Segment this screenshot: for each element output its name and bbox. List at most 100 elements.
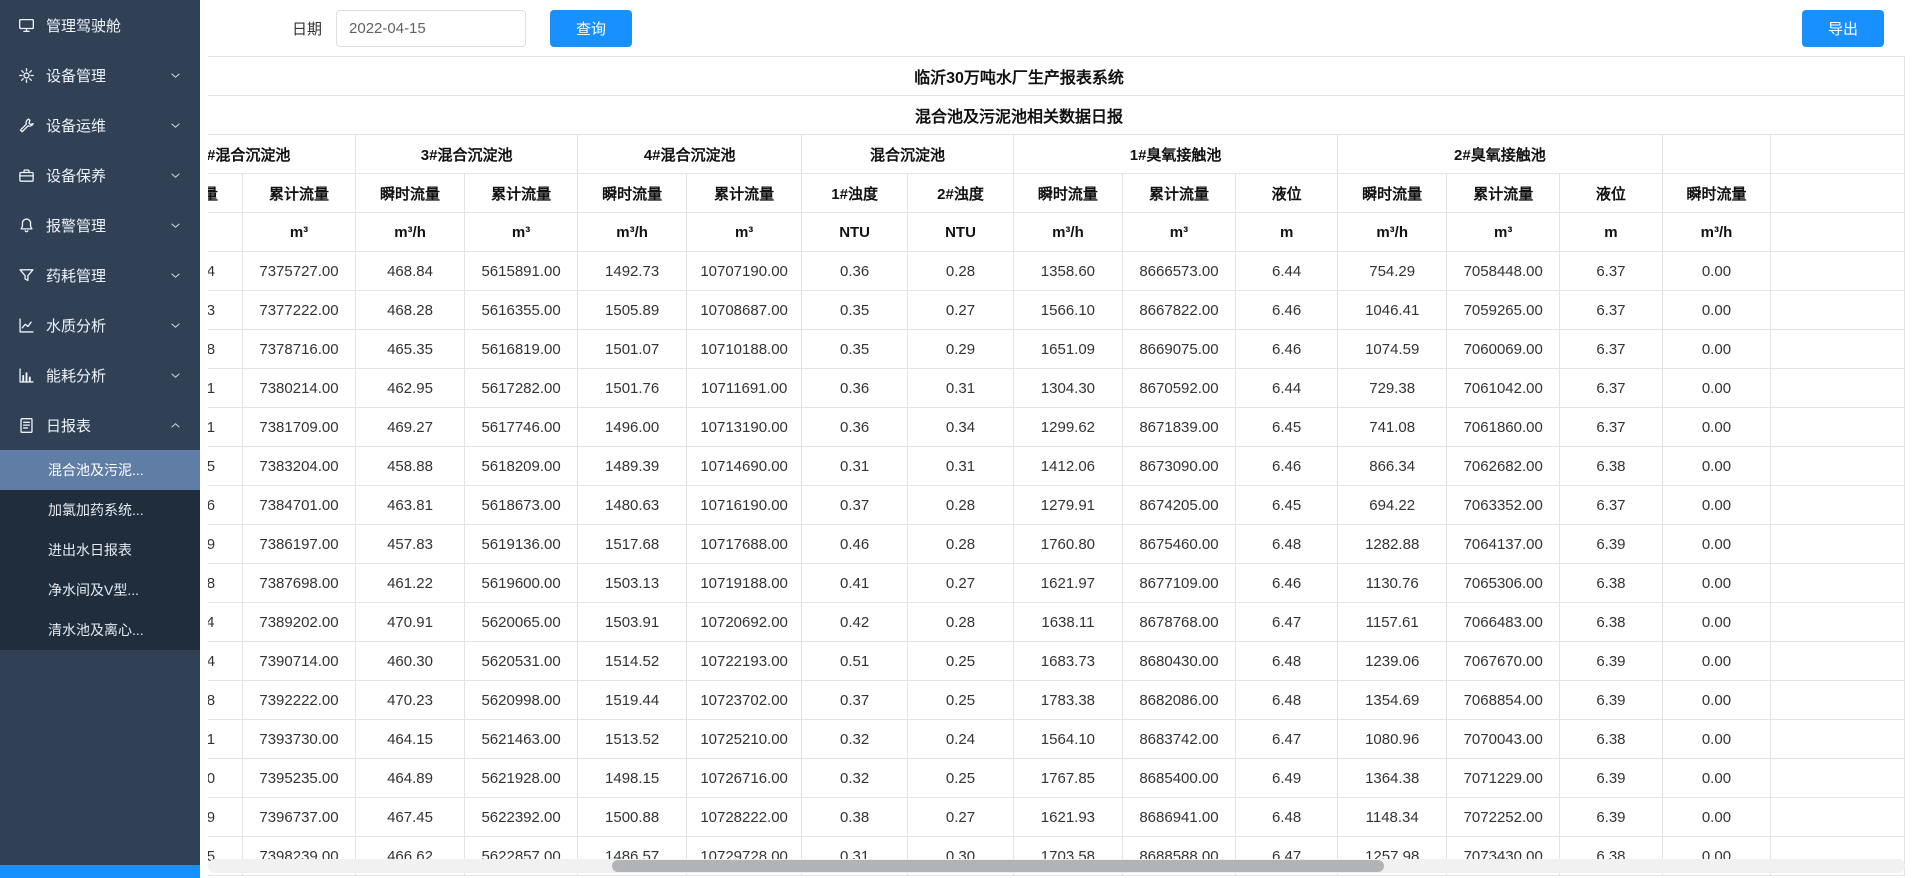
table-unit-header: m³ (1122, 213, 1235, 252)
table-unit-row: m³/hm³m³/hm³m³/hm³NTUNTUm³/hm³mm³/hm³mm³… (208, 213, 1905, 252)
table-column-header: 1#浊度 (802, 174, 908, 213)
table-column-header: 累计流量 (242, 174, 355, 213)
sidebar-item[interactable]: 管理驾驶舱 (0, 0, 200, 50)
sidebar-subitem[interactable]: 净水间及V型... (0, 570, 200, 610)
table-cell: 0.37 (802, 486, 908, 525)
briefcase-icon (18, 167, 35, 184)
table-cell: 5617282.00 (464, 369, 577, 408)
chevron-down-icon (169, 269, 182, 282)
table-cell: 0.34 (908, 408, 1014, 447)
table-cell: 460.30 (356, 642, 465, 681)
table-cell: 7386197.00 (242, 525, 355, 564)
sidebar-subitem[interactable]: 混合池及污泥... (0, 450, 200, 490)
table-cell: 8673090.00 (1122, 447, 1235, 486)
table-unit-header: m³ (687, 213, 802, 252)
table-overflow-cell (1771, 486, 1905, 525)
sidebar-item-label: 设备管理 (46, 65, 169, 86)
table-cell: 6.37 (1560, 486, 1662, 525)
table-cell: 1501.79 (208, 798, 242, 837)
table-cell: 0.28 (908, 603, 1014, 642)
table-cell: 6.39 (1560, 642, 1662, 681)
sidebar-item-label: 能耗分析 (46, 365, 169, 386)
chevron-down-icon (169, 169, 182, 182)
table-cell: 1513.52 (578, 720, 687, 759)
table-cell: 5621928.00 (464, 759, 577, 798)
table-cell: 6.48 (1236, 525, 1338, 564)
table-cell: 0.25 (908, 642, 1014, 681)
table-cell: 1621.93 (1013, 798, 1122, 837)
table-cell: 5619136.00 (464, 525, 577, 564)
table-row: 1500.897386197.00457.835619136.001517.68… (208, 525, 1905, 564)
table-cell: 1489.39 (578, 447, 687, 486)
table-cell: 0.00 (1662, 486, 1771, 525)
table-row: 1494.917381709.00469.275617746.001496.00… (208, 408, 1905, 447)
sidebar-subitem[interactable]: 加氯加药系统... (0, 490, 200, 530)
table-unit-header: m³/h (1662, 213, 1771, 252)
table-unit-header: m³ (1447, 213, 1560, 252)
horizontal-scrollbar-thumb[interactable] (612, 860, 1384, 872)
sidebar-submenu: 混合池及污泥... 加氯加药系统... 进出水日报表净水间及V型... 清水池及离心.… (0, 450, 200, 650)
report-subtitle-row: 混合池及污泥池相关数据日报 (208, 96, 1905, 135)
export-button[interactable]: 导出 (1802, 10, 1884, 47)
table-cell: 7072252.00 (1447, 798, 1560, 837)
table-cell: 6.39 (1560, 798, 1662, 837)
table-cell: 1412.06 (1013, 447, 1122, 486)
table-overflow-cell (1771, 564, 1905, 603)
sidebar-item[interactable]: 日报表 (0, 400, 200, 450)
table-overflow-cell (1771, 174, 1905, 213)
sidebar-subitem[interactable]: 进出水日报表 (0, 530, 200, 570)
date-input[interactable] (336, 10, 526, 47)
table-cell: 7396737.00 (242, 798, 355, 837)
sidebar-subitem-label: 加氯加药系统... (48, 500, 182, 520)
sidebar-subitem[interactable]: 清水池及离心... (0, 610, 200, 650)
table-cell: 10720692.00 (687, 603, 802, 642)
sidebar-item-label: 管理驾驶舱 (46, 15, 182, 36)
sidebar-item[interactable]: 设备运维 (0, 100, 200, 150)
table-cell: 1496.85 (208, 447, 242, 486)
table-unit-header: m³/h (1013, 213, 1122, 252)
table-cell: 1304.30 (1013, 369, 1122, 408)
table-cell: 1505.89 (578, 291, 687, 330)
chevron-down-icon (169, 119, 182, 132)
dashboard-icon (18, 17, 35, 34)
table-column-header: 液位 (1560, 174, 1662, 213)
table-cell: 0.00 (1662, 720, 1771, 759)
sidebar-item-label: 药耗管理 (46, 265, 169, 286)
table-cell: 8670592.00 (1122, 369, 1235, 408)
table-cell: 6.46 (1236, 564, 1338, 603)
sidebar-item[interactable]: 设备保养 (0, 150, 200, 200)
table-group-header: 混合沉淀池 (802, 135, 1014, 174)
table-cell: 7378716.00 (242, 330, 355, 369)
table-cell: 7071229.00 (1447, 759, 1560, 798)
table-cell: 469.27 (356, 408, 465, 447)
table-cell: 0.00 (1662, 564, 1771, 603)
query-button[interactable]: 查询 (550, 10, 632, 47)
sidebar-item[interactable]: 水质分析 (0, 300, 200, 350)
table-group-header: 4#混合沉淀池 (578, 135, 802, 174)
sidebar-item-label: 水质分析 (46, 315, 169, 336)
table-cell: 0.28 (908, 525, 1014, 564)
sidebar-subitem-label: 清水池及离心... (48, 620, 182, 640)
table-cell: 5619600.00 (464, 564, 577, 603)
table-cell: 6.47 (1236, 720, 1338, 759)
horizontal-scrollbar[interactable] (208, 859, 1905, 873)
table-row: 1497.887378716.00465.355616819.001501.07… (208, 330, 1905, 369)
table-unit-header: m³ (242, 213, 355, 252)
sidebar-item[interactable]: 能耗分析 (0, 350, 200, 400)
sidebar-item[interactable]: 药耗管理 (0, 250, 200, 300)
table-cell: 754.29 (1338, 252, 1447, 291)
sidebar-item[interactable]: 设备管理 (0, 50, 200, 100)
table-overflow-cell (1771, 135, 1905, 174)
table-unit-header: NTU (908, 213, 1014, 252)
table-cell: 6.45 (1236, 408, 1338, 447)
chevron-down-icon (169, 69, 182, 82)
table-unit-header: m (1560, 213, 1662, 252)
table-cell: 1282.88 (1338, 525, 1447, 564)
sidebar-item[interactable]: 报警管理 (0, 200, 200, 250)
table-cell: 10725210.00 (687, 720, 802, 759)
table-overflow-cell (1771, 720, 1905, 759)
table-column-header: 累计流量 (687, 174, 802, 213)
table-column-row: 瞬时流量累计流量瞬时流量累计流量瞬时流量累计流量1#浊度2#浊度瞬时流量累计流量… (208, 174, 1905, 213)
table-cell: 1638.11 (1013, 603, 1122, 642)
table-cell: 1517.68 (578, 525, 687, 564)
